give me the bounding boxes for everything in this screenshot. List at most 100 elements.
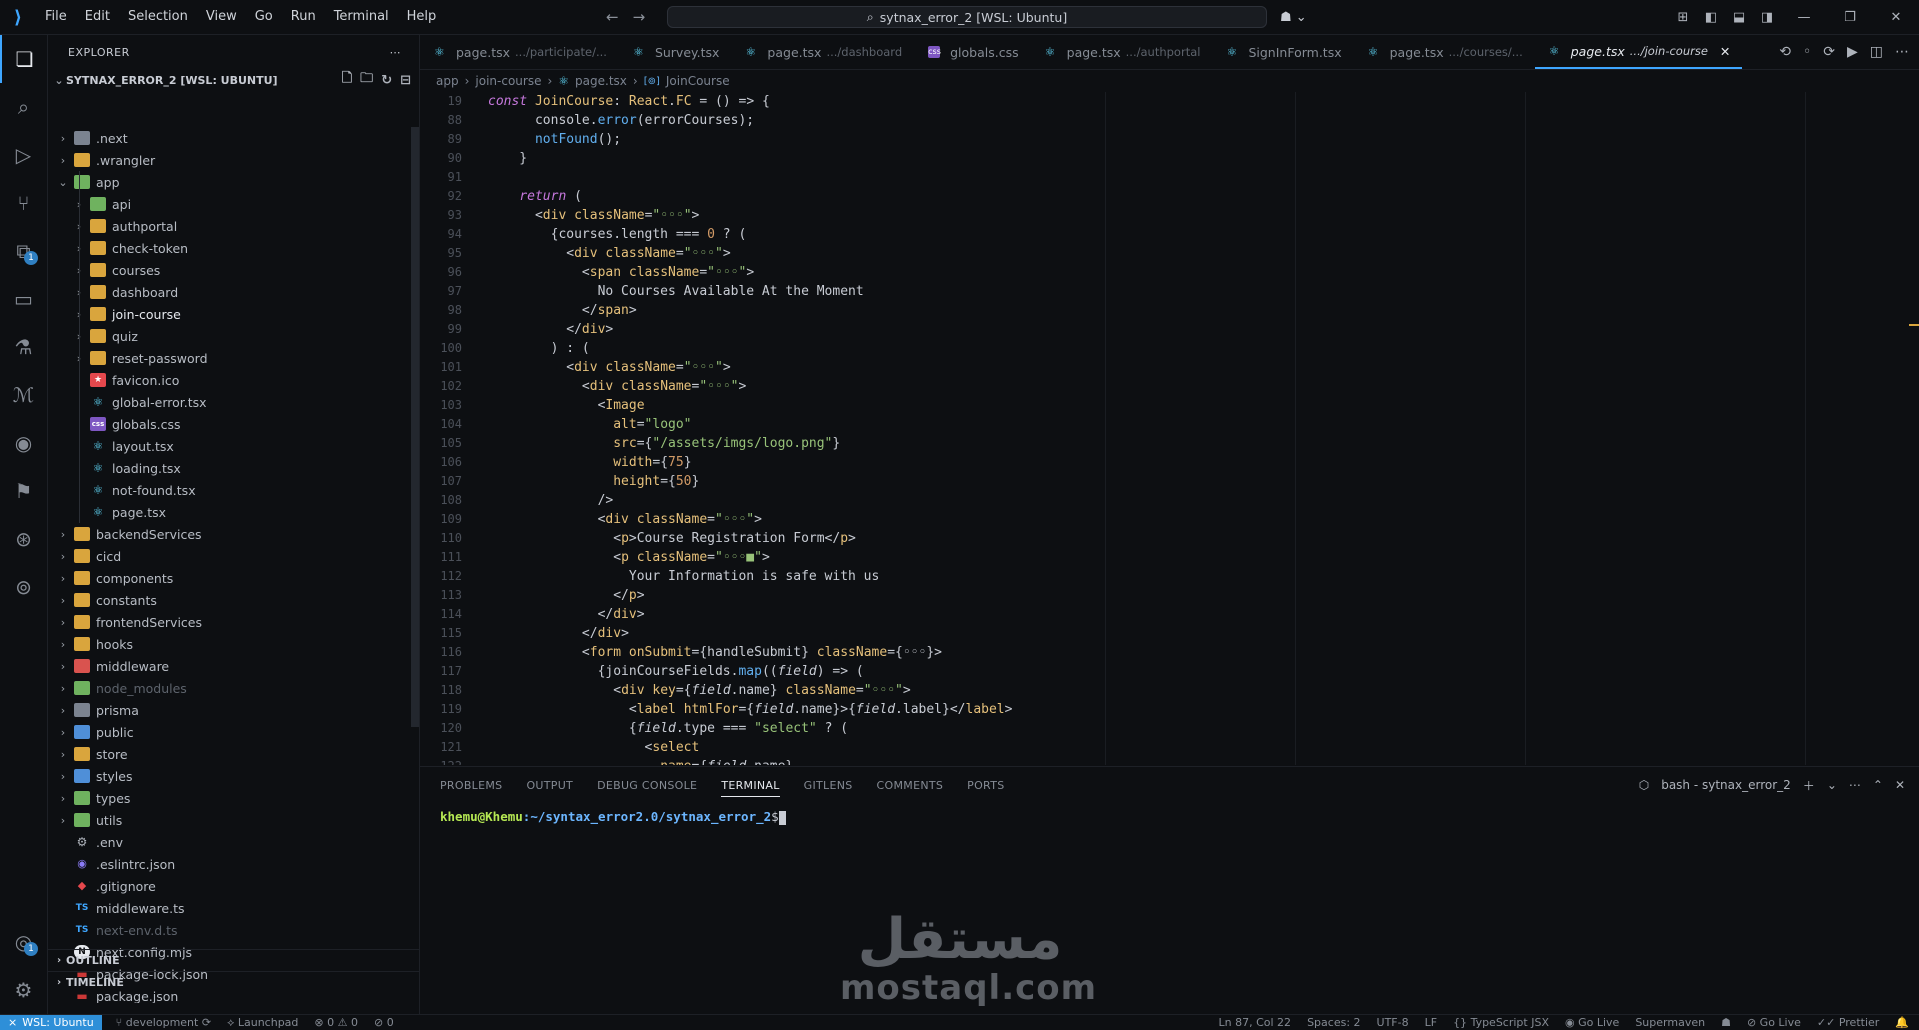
editor-tab[interactable]: ⚛ Survey.tsx bbox=[619, 35, 731, 69]
editor-tab[interactable]: ⚛ page.tsx .../dashboard bbox=[731, 35, 914, 69]
tree-folder[interactable]: ›reset-password bbox=[48, 347, 411, 369]
maximize-panel-icon[interactable]: ⌃ bbox=[1873, 778, 1883, 792]
panel-tab-terminal[interactable]: TERMINAL bbox=[721, 779, 780, 797]
accounts-icon[interactable]: ◎ 1 bbox=[0, 918, 47, 966]
testing-icon[interactable]: ⚗ bbox=[0, 323, 47, 371]
code-line[interactable]: 97 No Courses Available At the Moment bbox=[420, 282, 1919, 301]
menu-item-run[interactable]: Run bbox=[282, 0, 325, 34]
copilot-status-icon[interactable]: ☗ bbox=[1721, 1016, 1731, 1029]
remote-explorer-icon[interactable]: ▭ bbox=[0, 275, 47, 323]
explorer-icon[interactable]: ❏ bbox=[0, 35, 47, 83]
tree-file[interactable]: css globals.css bbox=[48, 413, 411, 435]
tree-folder[interactable]: › .wrangler bbox=[48, 149, 411, 171]
split-editor-icon[interactable]: ◫ bbox=[1870, 44, 1883, 60]
menu-item-edit[interactable]: Edit bbox=[76, 0, 119, 34]
notifications-icon[interactable]: 🔔 bbox=[1895, 1016, 1909, 1029]
close-panel-icon[interactable]: ✕ bbox=[1895, 778, 1905, 792]
timeline-dot-icon[interactable]: ◦ bbox=[1803, 44, 1811, 60]
code-line[interactable]: 114 </div> bbox=[420, 605, 1919, 624]
panel-tab-gitlens[interactable]: GITLENS bbox=[804, 779, 853, 792]
panel-tab-problems[interactable]: PROBLEMS bbox=[440, 779, 502, 792]
code-line[interactable]: 107 height={50} bbox=[420, 472, 1919, 491]
restore-icon[interactable]: ❐ bbox=[1827, 10, 1873, 25]
forward-arrow-icon[interactable]: → bbox=[633, 8, 646, 26]
more-tabs-icon[interactable]: ⋯ bbox=[1895, 44, 1909, 60]
breadcrumb-item[interactable]: join-course bbox=[475, 74, 541, 88]
code-line[interactable]: 106 width={75} bbox=[420, 453, 1919, 472]
code-line[interactable]: 104 alt="logo" bbox=[420, 415, 1919, 434]
code-line[interactable]: 93 <div className="◦◦◦"> bbox=[420, 206, 1919, 225]
tree-folder[interactable]: › frontendServices bbox=[48, 611, 411, 633]
settings-gear-icon[interactable]: ⚙ bbox=[0, 966, 47, 1014]
toggle-secondary-sidebar-icon[interactable]: ◨ bbox=[1753, 10, 1781, 25]
code-line[interactable]: 119 <label htmlFor={field.name}>{field.l… bbox=[420, 700, 1919, 719]
code-line[interactable]: 88 console.error(errorCourses); bbox=[420, 111, 1919, 130]
tree-file[interactable]: ⚛ layout.tsx bbox=[48, 435, 411, 457]
code-line[interactable]: 91 bbox=[420, 168, 1919, 187]
code-line[interactable]: 95 <div className="◦◦◦"> bbox=[420, 244, 1919, 263]
tree-folder[interactable]: ›dashboard bbox=[48, 281, 411, 303]
panel-more-icon[interactable]: ⋯ bbox=[1849, 778, 1861, 792]
panel-tab-ports[interactable]: PORTS bbox=[967, 779, 1004, 792]
tree-file[interactable]: ★ favicon.ico bbox=[48, 369, 411, 391]
code-line[interactable]: 98 </span> bbox=[420, 301, 1919, 320]
go-live-button[interactable]: ◉ Go Live bbox=[1565, 1016, 1619, 1029]
code-line[interactable]: 109 <div className="◦◦◦"> bbox=[420, 510, 1919, 529]
cursor-position[interactable]: Ln 87, Col 22 bbox=[1219, 1016, 1292, 1029]
menu-item-file[interactable]: File bbox=[36, 0, 76, 34]
tree-folder[interactable]: ⌄ app bbox=[48, 171, 411, 193]
tree-folder[interactable]: › constants bbox=[48, 589, 411, 611]
tree-folder[interactable]: › backendServices bbox=[48, 523, 411, 545]
terminal-output[interactable]: khemu@Khemu:~/syntax_error2.0/sytnax_err… bbox=[420, 803, 1919, 831]
new-terminal-icon[interactable]: ＋ bbox=[1803, 777, 1815, 794]
code-line[interactable]: 102 <div className="◦◦◦"> bbox=[420, 377, 1919, 396]
tree-folder[interactable]: › node_modules bbox=[48, 677, 411, 699]
close-window-icon[interactable]: ✕ bbox=[1873, 10, 1919, 25]
tree-folder[interactable]: › cicd bbox=[48, 545, 411, 567]
tree-folder[interactable]: ›quiz bbox=[48, 325, 411, 347]
back-arrow-icon[interactable]: ← bbox=[606, 8, 619, 26]
tree-folder[interactable]: › utils bbox=[48, 809, 411, 831]
code-line[interactable]: 96 <span className="◦◦◦"> bbox=[420, 263, 1919, 282]
code-line[interactable]: 116 <form onSubmit={handleSubmit} classN… bbox=[420, 643, 1919, 662]
code-line[interactable]: 118 <div key={field.name} className="◦◦◦… bbox=[420, 681, 1919, 700]
sticky-scroll-line[interactable]: 19 const JoinCourse: React.FC = () => { bbox=[420, 92, 1919, 111]
gitlens-icon[interactable]: ⊛ bbox=[0, 515, 47, 563]
timeline-section[interactable]: › TIMELINE bbox=[48, 971, 419, 993]
tree-file[interactable]: ⚙ .env bbox=[48, 831, 411, 853]
tree-file[interactable]: ◆ .gitignore bbox=[48, 875, 411, 897]
remote-indicator[interactable]: ⨯ WSL: Ubuntu bbox=[0, 1015, 102, 1030]
github-icon[interactable]: ◉ bbox=[0, 419, 47, 467]
encoding[interactable]: UTF-8 bbox=[1377, 1016, 1409, 1029]
tree-folder[interactable]: › public bbox=[48, 721, 411, 743]
tree-file[interactable]: TS next-env.d.ts bbox=[48, 919, 411, 941]
tree-file[interactable]: ⚛ global-error.tsx bbox=[48, 391, 411, 413]
tree-folder[interactable]: › middleware bbox=[48, 655, 411, 677]
menu-item-help[interactable]: Help bbox=[398, 0, 446, 34]
close-tab-icon[interactable]: ✕ bbox=[1720, 44, 1730, 59]
code-line[interactable]: 117 {joinCourseFields.map((field) => ( bbox=[420, 662, 1919, 681]
toggle-sidebar-icon[interactable]: ◧ bbox=[1697, 10, 1725, 25]
forward-change-icon[interactable]: ⟳ bbox=[1823, 44, 1835, 60]
breadcrumb-item[interactable]: app bbox=[436, 74, 459, 88]
tree-file[interactable]: ⚛ loading.tsx bbox=[48, 457, 411, 479]
editor-tab[interactable]: ⚛ page.tsx .../courses/... bbox=[1354, 35, 1535, 69]
code-line[interactable]: 89 notFound(); bbox=[420, 130, 1919, 149]
more-actions-icon[interactable]: ⋯ bbox=[390, 46, 402, 59]
refresh-icon[interactable]: ↻ bbox=[381, 73, 392, 88]
tree-folder[interactable]: › prisma bbox=[48, 699, 411, 721]
breadcrumb-item[interactable]: JoinCourse bbox=[666, 74, 730, 88]
menu-item-go[interactable]: Go bbox=[246, 0, 282, 34]
code-line[interactable]: 94 {courses.length === 0 ? ( bbox=[420, 225, 1919, 244]
customize-layout-icon[interactable]: ⊞ bbox=[1669, 10, 1697, 25]
end-of-line[interactable]: LF bbox=[1425, 1016, 1437, 1029]
terminal-dropdown-icon[interactable]: ⌄ bbox=[1827, 778, 1837, 792]
panel-tab-debug-console[interactable]: DEBUG CONSOLE bbox=[597, 779, 697, 792]
panel-tab-output[interactable]: OUTPUT bbox=[526, 779, 573, 792]
supermaven-button[interactable]: Supermaven bbox=[1635, 1016, 1705, 1029]
tree-file[interactable]: ◉ .eslintrc.json bbox=[48, 853, 411, 875]
launchpad-indicator[interactable]: ⟡ Launchpad bbox=[227, 1016, 298, 1030]
toggle-panel-icon[interactable]: ⬓ bbox=[1725, 10, 1753, 25]
tree-folder[interactable]: › .next bbox=[48, 127, 411, 149]
tree-file[interactable]: TS middleware.ts bbox=[48, 897, 411, 919]
